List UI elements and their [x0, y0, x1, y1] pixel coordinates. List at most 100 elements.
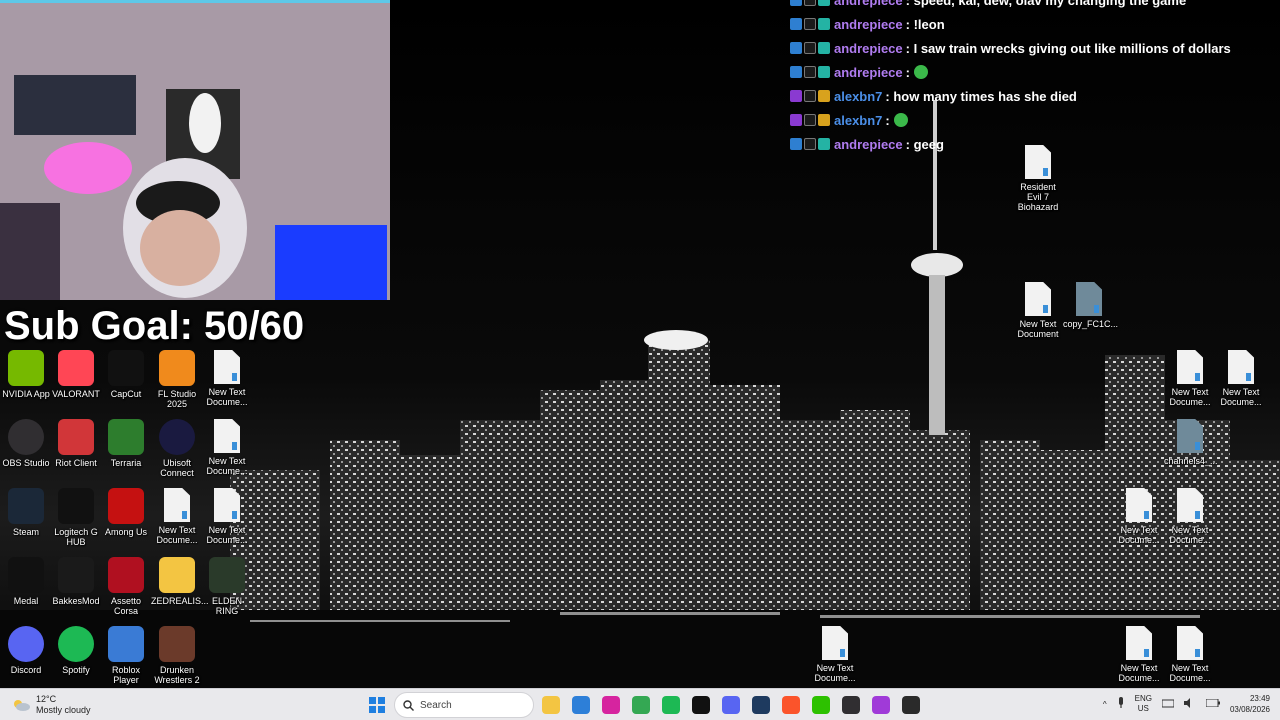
- desktop-icon-label: Drunken Wrestlers 2: [154, 665, 200, 685]
- battery-icon[interactable]: [1205, 698, 1220, 709]
- show-hidden-icons-chevron-icon[interactable]: ^: [1103, 700, 1107, 709]
- desktop-icon-label: ELDEN RING: [211, 596, 242, 616]
- chat-username: andrepiece: [834, 16, 903, 32]
- instagram-icon: [602, 696, 620, 714]
- desktop-icon-newtext1[interactable]: New Text Docume...: [201, 350, 253, 407]
- desktop-icon-newtext2[interactable]: New Text Docume...: [201, 419, 253, 476]
- desktop-icon-newtext9[interactable]: New Text Docume...: [1164, 488, 1216, 545]
- windows-logo-icon: [369, 697, 385, 713]
- desktop-icon-label: Resident Evil 7 Biohazard: [1017, 182, 1059, 212]
- taskbar-app-chrome[interactable]: [628, 692, 654, 718]
- desktop-icon-re7[interactable]: Resident Evil 7 Biohazard: [1012, 145, 1064, 212]
- desktop-icon-newtext4[interactable]: New Text Docume...: [201, 488, 253, 545]
- desktop-icon-newtext3[interactable]: New Text Docume...: [151, 488, 203, 545]
- taskbar-app-obs[interactable]: [838, 692, 864, 718]
- start-button[interactable]: [364, 692, 390, 718]
- language-indicator[interactable]: ENG US: [1135, 694, 1152, 714]
- desktop-icon-label: New Text Document: [1017, 319, 1059, 339]
- desktop-icon-spotify[interactable]: Spotify: [50, 626, 102, 675]
- taskbar-center: Search: [364, 692, 924, 718]
- desktop-icon-label: VALORANT: [52, 389, 100, 399]
- chat-badges: [790, 42, 830, 54]
- desktop-icon-valorant[interactable]: VALORANT: [50, 350, 102, 399]
- emote-icon: [914, 65, 928, 79]
- desktop-icon-zedrealis[interactable]: ZEDREALIS...: [151, 557, 209, 606]
- text-file-icon: [1177, 350, 1203, 384]
- taskbar-search-box[interactable]: Search: [394, 692, 534, 718]
- desktop-icon-label: Medal: [13, 596, 39, 606]
- desktop-icon-medal[interactable]: Medal: [0, 557, 52, 606]
- desktop-icon-label: Assetto Corsa: [110, 596, 141, 616]
- taskbar-app-instagram[interactable]: [598, 692, 624, 718]
- taskbar-app-vivado[interactable]: [748, 692, 774, 718]
- desktop-icon-terraria[interactable]: Terraria: [100, 419, 152, 468]
- emote-icon: [893, 113, 908, 127]
- taskbar: 12°C Mostly cloudy Search ^ ENG US 23:49…: [0, 688, 1280, 720]
- cloud-moon-icon: [12, 698, 30, 712]
- badge-icon: [818, 18, 830, 30]
- desktop-icon-newtext11[interactable]: New Text Docume...: [1113, 626, 1165, 683]
- desktop-icon-bakkesmod[interactable]: BakkesMod: [50, 557, 102, 606]
- taskbar-app-discord[interactable]: [718, 692, 744, 718]
- epic-games-icon: [902, 696, 920, 714]
- taskbar-app-wechat[interactable]: [808, 692, 834, 718]
- drunken-wrestlers-icon: [159, 626, 195, 662]
- desktop-icon-label: New Text Docume...: [1118, 663, 1160, 683]
- taskbar-app-file-explorer[interactable]: [538, 692, 564, 718]
- taskbar-app-microsoft-store[interactable]: [568, 692, 594, 718]
- microphone-icon[interactable]: [1117, 697, 1125, 711]
- weather-description: Mostly cloudy: [36, 705, 91, 715]
- desktop-icon-label: NVIDIA App: [2, 389, 50, 399]
- system-tray: ^ ENG US 23:49 03/08/2026: [1103, 693, 1270, 715]
- taskbar-app-brave[interactable]: [778, 692, 804, 718]
- desktop-icon-nvidia[interactable]: NVIDIA App: [0, 350, 52, 399]
- sub-goal-overlay: Sub Goal: 50/60: [4, 304, 305, 348]
- chat-username: andrepiece: [834, 136, 903, 152]
- desktop-icon-label: Roblox Player: [111, 665, 140, 685]
- taskbar-app-spotify[interactable]: [658, 692, 684, 718]
- taskbar-app-app-purple[interactable]: [868, 692, 894, 718]
- network-icon[interactable]: [1161, 698, 1175, 710]
- chat-username: andrepiece: [834, 40, 903, 56]
- taskbar-app-epic-games[interactable]: [898, 692, 924, 718]
- desktop-icon-assetto[interactable]: Assetto Corsa: [100, 557, 152, 616]
- desktop-icon-label: New Text Docume...: [1220, 387, 1262, 407]
- medal-icon: [8, 557, 44, 593]
- pc-icon: [692, 696, 710, 714]
- desktop-icon-newtext5[interactable]: New Text Document: [1012, 282, 1064, 339]
- clock-time: 23:49: [1249, 694, 1270, 703]
- desktop-icon-copyfc[interactable]: copy_FC1C...: [1063, 282, 1118, 329]
- desktop-icon-ubisoft[interactable]: Ubisoft Connect: [151, 419, 203, 478]
- desktop-icon-channels[interactable]: channels4_...: [1164, 419, 1218, 466]
- desktop-icon-newtext10[interactable]: New Text Docume...: [809, 626, 861, 683]
- taskbar-app-pc[interactable]: [688, 692, 714, 718]
- weather-widget[interactable]: 12°C Mostly cloudy: [12, 694, 91, 716]
- chat-message: andrepiece: !leon: [790, 12, 1260, 36]
- desktop-icon-logitech[interactable]: Logitech G HUB: [50, 488, 102, 547]
- discord-icon: [8, 626, 44, 662]
- desktop-icon-roblox[interactable]: Roblox Player: [100, 626, 152, 685]
- file-explorer-icon: [542, 696, 560, 714]
- desktop-icon-eldenring[interactable]: ELDEN RING: [201, 557, 253, 616]
- volume-icon[interactable]: [1183, 698, 1196, 710]
- desktop-icon-newtext6[interactable]: New Text Docume...: [1164, 350, 1216, 407]
- chat-badges: [790, 90, 830, 102]
- badge-icon: [818, 90, 830, 102]
- desktop-icon-newtext8[interactable]: New Text Docume...: [1113, 488, 1165, 545]
- desktop-icon-newtext7[interactable]: New Text Docume...: [1215, 350, 1267, 407]
- text-file-icon: [1177, 488, 1203, 522]
- desktop-icon-obs[interactable]: OBS Studio: [0, 419, 52, 468]
- desktop-icon-newtext12[interactable]: New Text Docume...: [1164, 626, 1216, 683]
- obs-icon: [8, 419, 44, 455]
- desktop-icon-riot[interactable]: Riot Client: [50, 419, 102, 468]
- desktop-icon-discord[interactable]: Discord: [0, 626, 52, 675]
- badge-icon: [790, 42, 802, 54]
- desktop-icon-flstudio[interactable]: FL Studio 2025: [151, 350, 203, 409]
- desktop-icon-capcut[interactable]: CapCut: [100, 350, 152, 399]
- clock[interactable]: 23:49 03/08/2026: [1230, 693, 1270, 715]
- desktop-icon-drunken[interactable]: Drunken Wrestlers 2: [151, 626, 203, 685]
- among-us-icon: [108, 488, 144, 524]
- badge-icon: [804, 0, 816, 6]
- desktop-icon-steam[interactable]: Steam: [0, 488, 52, 537]
- desktop-icon-amongus[interactable]: Among Us: [100, 488, 152, 537]
